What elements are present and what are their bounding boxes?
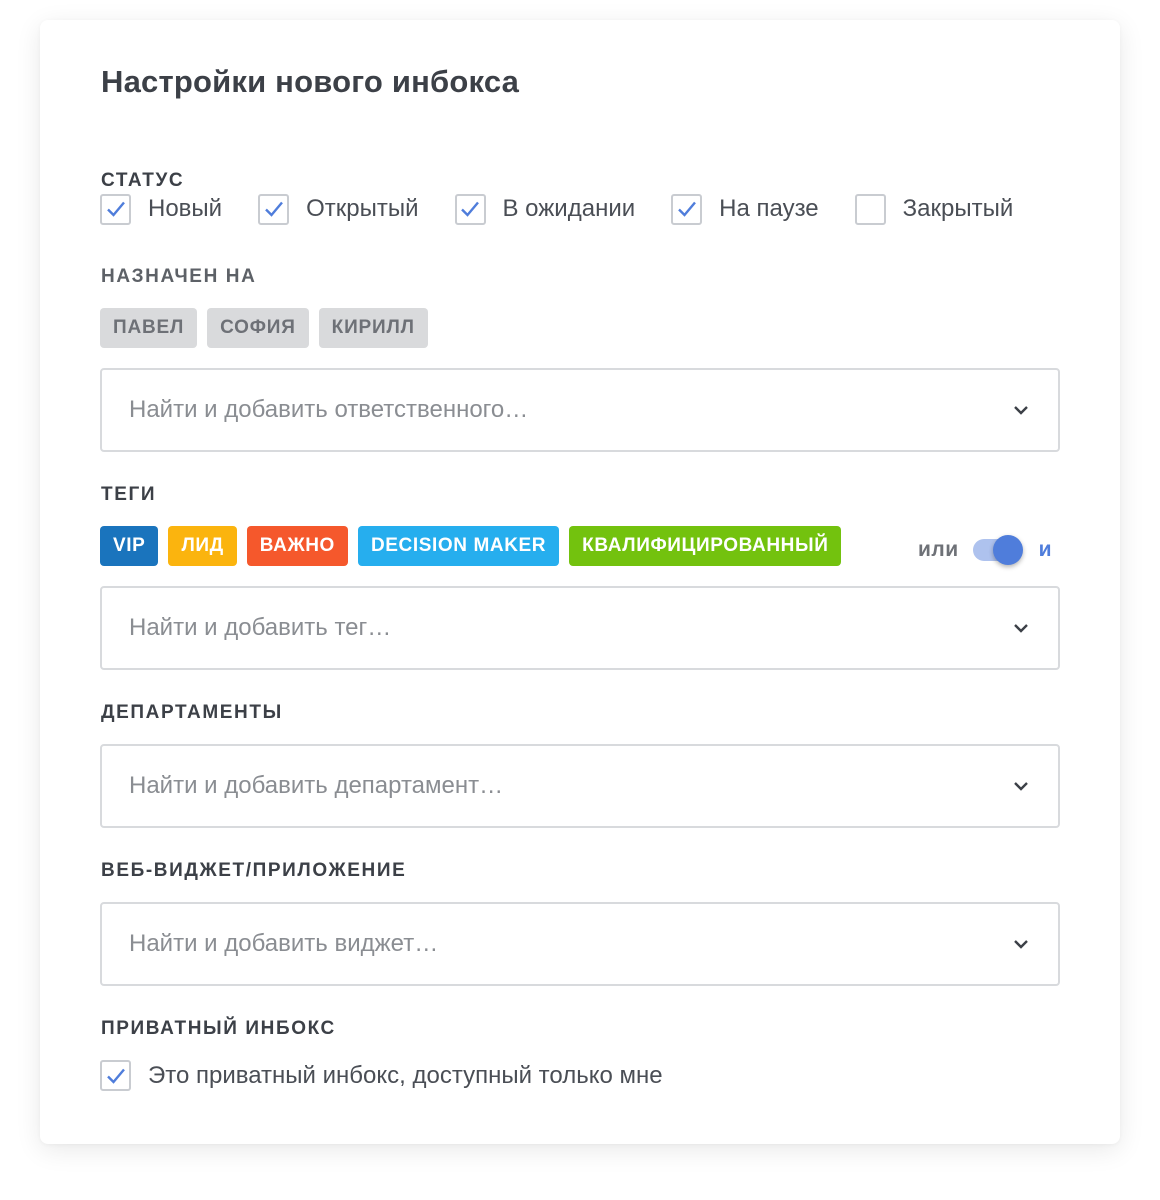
inbox-settings-card: Настройки нового инбокса Статус Новый От…	[40, 20, 1120, 1144]
tag-search-placeholder: Найти и добавить тег…	[129, 614, 392, 641]
check-icon	[106, 1068, 125, 1084]
chevron-down-icon[interactable]	[1012, 619, 1030, 637]
private-section-label: Приватный инбокс	[101, 1018, 336, 1039]
status-new-label: Новый	[148, 195, 223, 222]
private-inbox-option[interactable]: Это приватный инбокс, доступный только м…	[100, 1060, 663, 1091]
tag-chip-vip[interactable]: VIP	[100, 526, 159, 566]
department-search-select[interactable]: Найти и добавить департамент…	[100, 744, 1060, 828]
private-inbox-label: Это приватный инбокс, доступный только м…	[148, 1061, 663, 1089]
status-option-open[interactable]: Открытый	[258, 193, 419, 225]
assignee-chip[interactable]: София	[207, 308, 309, 348]
status-paused-checkbox[interactable]	[671, 193, 703, 225]
tag-chip-decision-maker[interactable]: Decision maker	[357, 526, 560, 566]
tag-chip-important[interactable]: Важно	[246, 526, 348, 566]
tag-chip-qualified[interactable]: Квалифицированный	[569, 526, 842, 566]
chevron-down-icon[interactable]	[1012, 935, 1030, 953]
status-option-paused[interactable]: На паузе	[671, 193, 819, 225]
status-open-label: Открытый	[306, 195, 419, 222]
status-paused-label: На паузе	[719, 195, 819, 222]
status-closed-label: Закрытый	[902, 195, 1014, 222]
check-icon	[106, 201, 125, 217]
tags-section-label: Теги	[101, 484, 157, 505]
widget-section-label: Веб-виджет/приложение	[101, 860, 407, 881]
tags-logic-toggle[interactable]	[972, 535, 1023, 565]
tag-chip-lead[interactable]: Лид	[168, 526, 237, 566]
assignee-search-select[interactable]: Найти и добавить ответственного…	[100, 368, 1060, 452]
tag-chips: VIP Лид Важно Decision maker Квалифициро…	[100, 526, 851, 566]
status-closed-checkbox[interactable]	[854, 193, 886, 225]
assignee-section-label: Назначен на	[101, 266, 257, 287]
widget-search-select[interactable]: Найти и добавить виджет…	[100, 902, 1060, 986]
chevron-down-icon[interactable]	[1012, 777, 1030, 795]
chevron-down-icon[interactable]	[1012, 401, 1030, 419]
toggle-and-label: и	[1038, 538, 1052, 561]
status-option-closed[interactable]: Закрытый	[854, 193, 1014, 225]
assignee-search-placeholder: Найти и добавить ответственного…	[129, 396, 529, 423]
status-option-new[interactable]: Новый	[100, 193, 223, 225]
status-waiting-label: В ожидании	[502, 195, 636, 222]
toggle-knob[interactable]	[992, 535, 1023, 565]
check-icon	[677, 201, 696, 217]
check-icon	[461, 201, 479, 217]
department-search-placeholder: Найти и добавить департамент…	[129, 772, 504, 799]
status-option-waiting[interactable]: В ожидании	[454, 193, 636, 225]
assignee-chips: Павел София Кирилл	[100, 308, 438, 348]
check-icon	[264, 201, 283, 217]
status-options: Новый Открытый В ожидании На паузе Закры…	[100, 192, 1049, 226]
page-title: Настройки нового инбокса	[101, 64, 520, 99]
status-open-checkbox[interactable]	[258, 193, 290, 225]
assignee-chip[interactable]: Кирилл	[318, 308, 428, 348]
assignee-chip[interactable]: Павел	[100, 308, 198, 348]
tags-logic-toggle-group: или и	[918, 535, 1052, 565]
toggle-or-label: или	[918, 538, 959, 561]
status-new-checkbox[interactable]	[100, 193, 131, 225]
widget-search-placeholder: Найти и добавить виджет…	[129, 930, 439, 957]
status-section-label: Статус	[101, 170, 185, 191]
departments-section-label: Департаменты	[101, 702, 283, 723]
private-inbox-checkbox[interactable]	[100, 1060, 131, 1091]
status-waiting-checkbox[interactable]	[454, 193, 486, 225]
tag-search-select[interactable]: Найти и добавить тег…	[100, 586, 1060, 670]
